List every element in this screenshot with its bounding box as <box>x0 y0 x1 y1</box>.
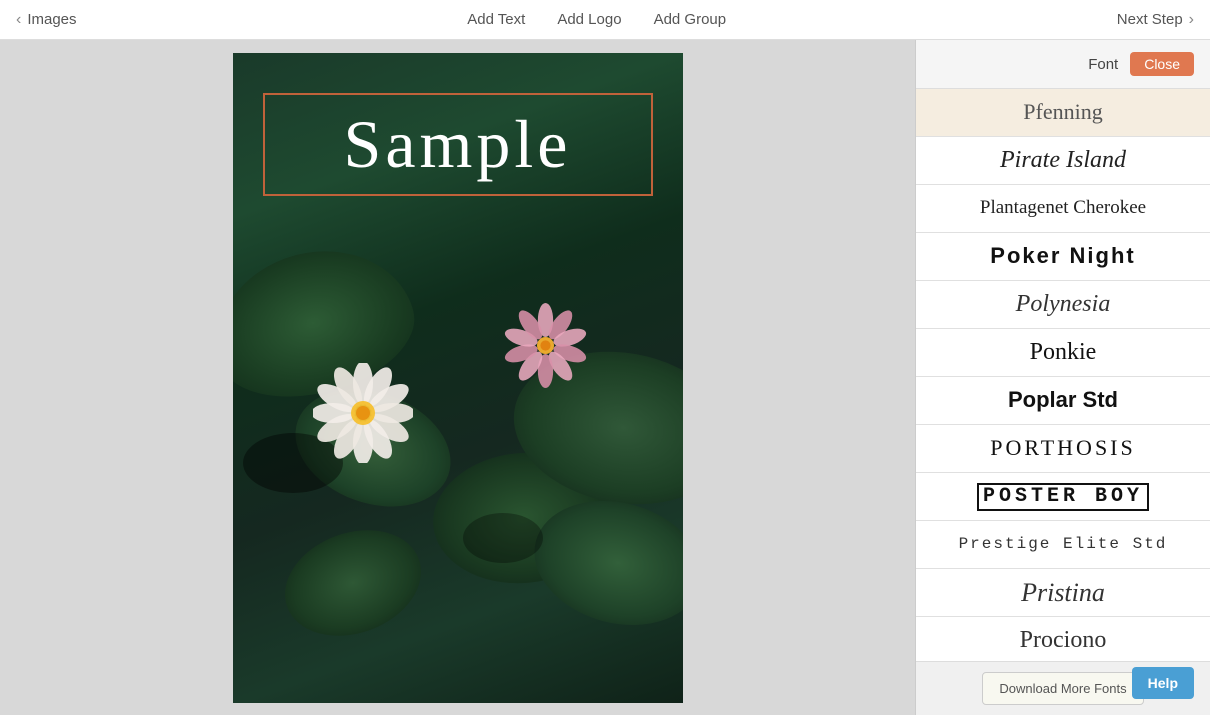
nav-center: Add Text Add Logo Add Group <box>467 11 726 28</box>
font-item-prociono[interactable]: Prociono <box>916 617 1210 661</box>
chevron-right-icon: › <box>1189 11 1194 29</box>
lily-pond-background: Sample <box>233 53 683 703</box>
font-item-pirate-island[interactable]: Pirate Island <box>916 137 1210 185</box>
font-item-poplar[interactable]: Poplar Std <box>916 377 1210 425</box>
lily-pad-5 <box>270 512 436 654</box>
sample-text: Sample <box>344 106 572 182</box>
chevron-left-icon: ‹ <box>16 11 21 29</box>
main-content: Sample Font Close PfenningPirate IslandP… <box>0 40 1210 715</box>
font-item-prestige[interactable]: Prestige Elite Std <box>916 521 1210 569</box>
font-item-ponkie[interactable]: Ponkie <box>916 329 1210 377</box>
text-overlay-box[interactable]: Sample <box>263 93 653 196</box>
top-navigation: ‹ Images Add Text Add Logo Add Group Nex… <box>0 0 1210 40</box>
help-button[interactable]: Help <box>1132 667 1194 699</box>
close-font-panel-button[interactable]: Close <box>1130 52 1194 76</box>
font-panel: Font Close PfenningPirate IslandPlantage… <box>915 40 1210 715</box>
pink-flower <box>503 303 588 388</box>
back-button[interactable]: ‹ Images <box>16 11 77 29</box>
image-container: Sample <box>233 53 683 703</box>
font-item-poker-night[interactable]: Poker Night <box>916 233 1210 281</box>
font-panel-label: Font <box>1088 56 1118 73</box>
water-reflection-2 <box>463 513 543 563</box>
add-group-button[interactable]: Add Group <box>654 11 727 28</box>
font-item-polynesia[interactable]: Polynesia <box>916 281 1210 329</box>
add-logo-button[interactable]: Add Logo <box>557 11 621 28</box>
font-item-plantagenet[interactable]: Plantagenet Cherokee <box>916 185 1210 233</box>
back-label: Images <box>27 11 76 28</box>
add-text-button[interactable]: Add Text <box>467 11 525 28</box>
font-list: PfenningPirate IslandPlantagenet Cheroke… <box>916 89 1210 661</box>
next-step-button[interactable]: Next Step › <box>1117 11 1194 29</box>
font-item-posterboy[interactable]: Poster Boy <box>916 473 1210 521</box>
white-flower <box>313 363 413 463</box>
canvas-area: Sample <box>0 40 915 715</box>
font-item-porthosis[interactable]: Porthosis <box>916 425 1210 473</box>
download-more-fonts-button[interactable]: Download More Fonts <box>982 672 1143 705</box>
font-item-pristina[interactable]: Pristina <box>916 569 1210 617</box>
font-panel-header: Font Close <box>916 40 1210 89</box>
font-item-pfenning[interactable]: Pfenning <box>916 89 1210 137</box>
next-step-label: Next Step <box>1117 11 1183 28</box>
